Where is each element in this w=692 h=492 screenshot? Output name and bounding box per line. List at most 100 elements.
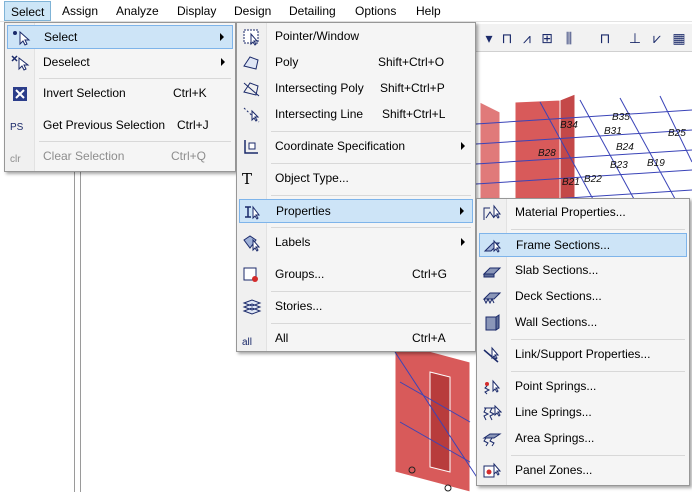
menu-assign[interactable]: Assign: [56, 1, 104, 21]
brace-icon[interactable]: ⩘: [518, 29, 536, 47]
wall-grid-icon[interactable]: ▦: [670, 29, 688, 47]
menu-item-object-type[interactable]: T Object Type...: [239, 167, 473, 191]
menu-item-label: Slab Sections...: [515, 263, 599, 277]
menu-separator: [511, 455, 685, 456]
select-all-icon: all: [242, 337, 253, 348]
menu-separator: [271, 131, 471, 132]
menu-item-label: Select: [44, 30, 78, 44]
submenu-arrow-icon: [461, 142, 465, 150]
slab-section-icon: [482, 267, 502, 278]
menu-item-groups[interactable]: Groups... Ctrl+G: [239, 263, 473, 287]
deselect-icon: [11, 55, 30, 71]
menu-separator: [39, 78, 231, 79]
material-icon: [483, 204, 501, 220]
menu-item-shortcut: Ctrl+K: [173, 86, 207, 100]
menu-item-slab-sections[interactable]: Slab Sections...: [479, 259, 687, 283]
beam-label: B34: [560, 120, 578, 131]
menu-item-label: Point Springs...: [515, 379, 597, 393]
menu-item-deck-sections[interactable]: Deck Sections...: [479, 285, 687, 309]
menu-item-label: Stories...: [275, 299, 323, 313]
menu-item-frame-sections[interactable]: Frame Sections...: [479, 233, 687, 257]
joist-icon[interactable]: ⫼: [560, 29, 578, 47]
menu-item-label: Coordinate Specification: [275, 139, 406, 153]
object-type-icon: T: [242, 170, 253, 188]
menu-separator: [39, 141, 231, 142]
menu-item-clear-selection[interactable]: clr Clear Selection Ctrl+Q: [7, 145, 233, 169]
menu-item-invert-selection[interactable]: Invert Selection Ctrl+K: [7, 82, 233, 106]
point-spring-icon: [484, 379, 501, 395]
menu-item-poly[interactable]: Poly Shift+Ctrl+O: [239, 51, 473, 75]
menu-item-pointer-window[interactable]: Pointer/Window: [239, 25, 473, 49]
menu-select[interactable]: Select: [4, 1, 52, 21]
menu-analyze[interactable]: Analyze: [110, 1, 165, 21]
beam-label: B31: [604, 126, 622, 137]
menu-item-shortcut: Ctrl+Q: [171, 149, 207, 163]
menu-display[interactable]: Display: [171, 1, 222, 21]
intersecting-poly-icon: [243, 82, 260, 97]
menu-item-label: Frame Sections...: [516, 238, 611, 252]
menu-item-label: Object Type...: [275, 171, 349, 185]
menu-item-point-springs[interactable]: Point Springs...: [479, 375, 687, 399]
properties-icon: [245, 205, 260, 220]
beam-grid-icon[interactable]: ⊞: [538, 29, 556, 47]
truss-icon[interactable]: ⩗: [648, 29, 666, 47]
menu-item-select[interactable]: Select: [7, 25, 233, 49]
menu-item-coordinate-specification[interactable]: Coordinate Specification: [239, 135, 473, 159]
beam-label: B22: [584, 174, 602, 185]
properties-submenu: Material Properties... Frame Sections...…: [476, 198, 690, 486]
menu-item-shortcut: Shift+Ctrl+O: [378, 55, 445, 69]
menu-item-wall-sections[interactable]: Wall Sections...: [479, 311, 687, 335]
menu-item-properties[interactable]: Properties: [239, 199, 473, 223]
menu-item-get-previous-selection[interactable]: PS Get Previous Selection Ctrl+J: [7, 114, 233, 138]
menu-item-link-support-properties[interactable]: Link/Support Properties...: [479, 343, 687, 367]
menu-separator: [271, 323, 471, 324]
menu-item-label: All: [275, 331, 289, 345]
menu-item-material-properties[interactable]: Material Properties...: [479, 201, 687, 225]
menu-item-label: Intersecting Line: [275, 107, 364, 121]
menu-item-label: Material Properties...: [515, 205, 626, 219]
beam-label: B21: [562, 177, 580, 188]
submenu-arrow-icon: [220, 33, 224, 41]
coordinate-icon: [244, 140, 258, 154]
menu-item-label: Clear Selection: [43, 149, 125, 163]
menu-options[interactable]: Options: [349, 1, 402, 21]
menu-item-stories[interactable]: Stories...: [239, 295, 473, 319]
poly-icon: [243, 56, 259, 70]
menu-item-label: Properties: [276, 204, 331, 218]
portal-frame-icon[interactable]: ⊓: [596, 29, 614, 47]
labels-icon: [243, 235, 261, 252]
wall-section-icon: [485, 314, 500, 331]
stories-icon: [242, 299, 262, 315]
line-spring-icon: [483, 404, 502, 421]
menu-design[interactable]: Design: [228, 1, 277, 21]
menu-item-area-springs[interactable]: Area Springs...: [479, 427, 687, 451]
menu-item-label: Labels: [275, 235, 311, 249]
dropdown-arrow-icon[interactable]: ▾: [480, 29, 498, 47]
invert-selection-icon: [13, 87, 27, 101]
clear-selection-icon: clr: [10, 154, 21, 165]
previous-selection-icon: PS: [10, 122, 24, 133]
menu-item-shortcut: Shift+Ctrl+P: [380, 81, 445, 95]
menu-item-all[interactable]: all All Ctrl+A: [239, 327, 473, 351]
menu-item-labels[interactable]: Labels: [239, 231, 473, 255]
support-icon[interactable]: ⊥: [626, 29, 644, 47]
frame-section-icon: [483, 239, 502, 253]
menu-detailing[interactable]: Detailing: [283, 1, 342, 21]
frame-icon[interactable]: ⊓: [498, 29, 516, 47]
menu-item-label: Pointer/Window: [275, 29, 360, 43]
intersecting-line-icon: [243, 107, 260, 123]
menu-item-intersecting-line[interactable]: Intersecting Line Shift+Ctrl+L: [239, 103, 473, 127]
menu-item-label: Get Previous Selection: [43, 118, 166, 132]
menu-item-line-springs[interactable]: Line Springs...: [479, 401, 687, 425]
menu-separator: [271, 195, 471, 196]
menu-item-label: Panel Zones...: [515, 463, 593, 477]
menu-item-label: Groups...: [275, 267, 325, 281]
menu-item-intersecting-poly[interactable]: Intersecting Poly Shift+Ctrl+P: [239, 77, 473, 101]
menu-item-deselect[interactable]: Deselect: [7, 51, 233, 75]
menu-item-label: Deselect: [43, 55, 90, 69]
menu-item-panel-zones[interactable]: Panel Zones...: [479, 459, 687, 483]
beam-label: B28: [538, 148, 556, 159]
menu-item-shortcut: Shift+Ctrl+L: [382, 107, 446, 121]
menu-help[interactable]: Help: [410, 1, 447, 21]
deck-section-icon: [482, 292, 502, 305]
